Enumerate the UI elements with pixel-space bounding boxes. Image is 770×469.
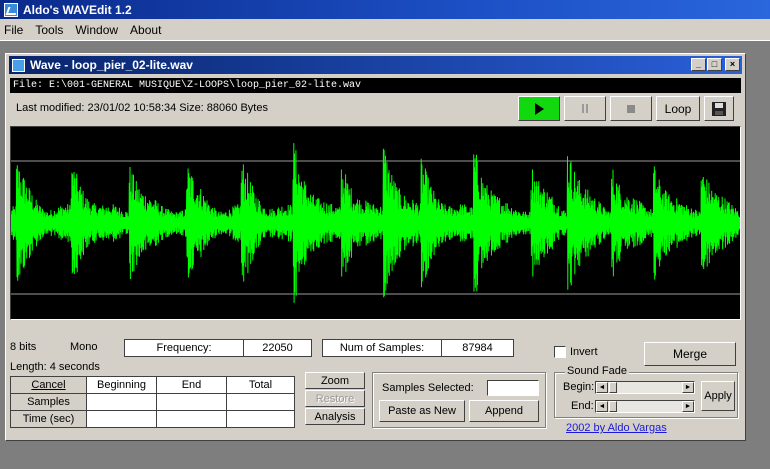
minimize-button[interactable]: _ bbox=[691, 58, 706, 71]
fade-begin-label: Begin: bbox=[563, 381, 595, 393]
analysis-button[interactable]: Analysis bbox=[305, 408, 365, 425]
samples-selected-label: Samples Selected: bbox=[382, 382, 474, 394]
wave-window-titlebar[interactable]: Wave - loop_pier_02-lite.wav _ □ × bbox=[9, 56, 742, 74]
length-text: Length: 4 seconds bbox=[10, 361, 100, 373]
samples-selected-group: Samples Selected: Paste as New Append bbox=[372, 372, 546, 428]
fade-end-thumb[interactable] bbox=[609, 401, 617, 412]
fade-end-left-arrow[interactable]: ◄ bbox=[596, 401, 608, 412]
app-titlebar: Aldo's WAVEdit 1.2 bbox=[0, 0, 770, 19]
sound-fade-title: Sound Fade bbox=[565, 365, 629, 377]
append-button[interactable]: Append bbox=[469, 400, 539, 422]
channel-mode: Mono bbox=[70, 341, 98, 353]
stop-button[interactable] bbox=[610, 96, 652, 121]
menu-about[interactable]: About bbox=[130, 23, 161, 37]
invert-option[interactable]: Invert bbox=[554, 346, 598, 359]
wave-window-title: Wave - loop_pier_02-lite.wav bbox=[30, 58, 193, 72]
beginning-header: Beginning bbox=[86, 376, 157, 394]
waveform-svg bbox=[11, 143, 740, 303]
restore-button[interactable]: Restore bbox=[305, 390, 365, 407]
transport-controls: Loop bbox=[518, 96, 734, 121]
apply-fade-button[interactable]: Apply bbox=[701, 381, 735, 411]
play-icon bbox=[534, 102, 544, 115]
table-row: Samples bbox=[10, 393, 295, 411]
play-button[interactable] bbox=[518, 96, 560, 121]
app-title: Aldo's WAVEdit 1.2 bbox=[23, 2, 132, 17]
fade-begin-thumb[interactable] bbox=[609, 382, 617, 393]
maximize-button[interactable]: □ bbox=[707, 58, 722, 71]
table-header-row: Cancel Beginning End Total bbox=[10, 376, 295, 394]
samples-end-cell[interactable] bbox=[156, 393, 227, 411]
end-header: End bbox=[156, 376, 227, 394]
zoom-button[interactable]: Zoom bbox=[305, 372, 365, 389]
num-samples-field: Num of Samples: 87984 bbox=[322, 339, 514, 357]
bit-depth: 8 bits bbox=[10, 341, 37, 353]
paste-as-new-button[interactable]: Paste as New bbox=[379, 400, 465, 422]
invert-label: Invert bbox=[570, 346, 598, 358]
num-samples-value: 87984 bbox=[442, 339, 514, 357]
total-header: Total bbox=[226, 376, 295, 394]
cancel-header-button[interactable]: Cancel bbox=[10, 376, 87, 394]
time-beginning-cell[interactable] bbox=[86, 410, 157, 428]
frequency-label: Frequency: bbox=[124, 339, 244, 357]
merge-button[interactable]: Merge bbox=[644, 342, 736, 366]
table-row: Time (sec) bbox=[10, 410, 295, 428]
stop-icon bbox=[627, 104, 635, 113]
app-wave-icon bbox=[4, 2, 18, 17]
menu-file[interactable]: File bbox=[4, 23, 23, 37]
waveform-trace bbox=[11, 143, 740, 303]
fade-end-label: End: bbox=[571, 400, 594, 412]
samples-beginning-cell[interactable] bbox=[86, 393, 157, 411]
samples-row-label: Samples bbox=[10, 393, 87, 411]
loop-button[interactable]: Loop bbox=[656, 96, 700, 121]
num-samples-label: Num of Samples: bbox=[322, 339, 442, 357]
pause-button[interactable] bbox=[564, 96, 606, 121]
sound-fade-group: Sound Fade Begin: ◄ ► End: ◄ ► Apply bbox=[554, 365, 738, 418]
menubar: File Tools Window About bbox=[0, 19, 770, 41]
waveform-display[interactable] bbox=[10, 126, 741, 320]
floppy-disk-icon bbox=[712, 101, 726, 116]
time-end-cell[interactable] bbox=[156, 410, 227, 428]
time-row-label: Time (sec) bbox=[10, 410, 87, 428]
selection-table: Cancel Beginning End Total Samples Time … bbox=[10, 376, 295, 428]
save-button[interactable] bbox=[704, 96, 734, 121]
fade-begin-right-arrow[interactable]: ► bbox=[682, 382, 694, 393]
wave-window: Wave - loop_pier_02-lite.wav _ □ × File:… bbox=[5, 53, 746, 441]
frequency-field: Frequency: 22050 bbox=[124, 339, 312, 357]
pause-icon bbox=[582, 104, 588, 113]
fade-end-slider[interactable]: ◄ ► bbox=[595, 400, 695, 413]
frequency-value: 22050 bbox=[244, 339, 312, 357]
fade-begin-left-arrow[interactable]: ◄ bbox=[596, 382, 608, 393]
wave-document-icon bbox=[12, 58, 25, 72]
close-button[interactable]: × bbox=[725, 58, 740, 71]
samples-selected-input[interactable] bbox=[487, 380, 539, 396]
menu-window[interactable]: Window bbox=[75, 23, 118, 37]
time-total-cell[interactable] bbox=[226, 410, 295, 428]
samples-total-cell[interactable] bbox=[226, 393, 295, 411]
file-meta: Last modified: 23/01/02 10:58:34 Size: 8… bbox=[16, 102, 268, 114]
credit-link[interactable]: 2002 by Aldo Vargas bbox=[566, 422, 667, 434]
window-controls: _ □ × bbox=[691, 58, 740, 71]
invert-checkbox[interactable] bbox=[554, 346, 566, 359]
menu-tools[interactable]: Tools bbox=[35, 23, 63, 37]
file-path: File: E:\001-GENERAL MUSIQUE\Z-LOOPS\loo… bbox=[10, 78, 741, 93]
fade-end-right-arrow[interactable]: ► bbox=[682, 401, 694, 412]
fade-begin-slider[interactable]: ◄ ► bbox=[595, 381, 695, 394]
